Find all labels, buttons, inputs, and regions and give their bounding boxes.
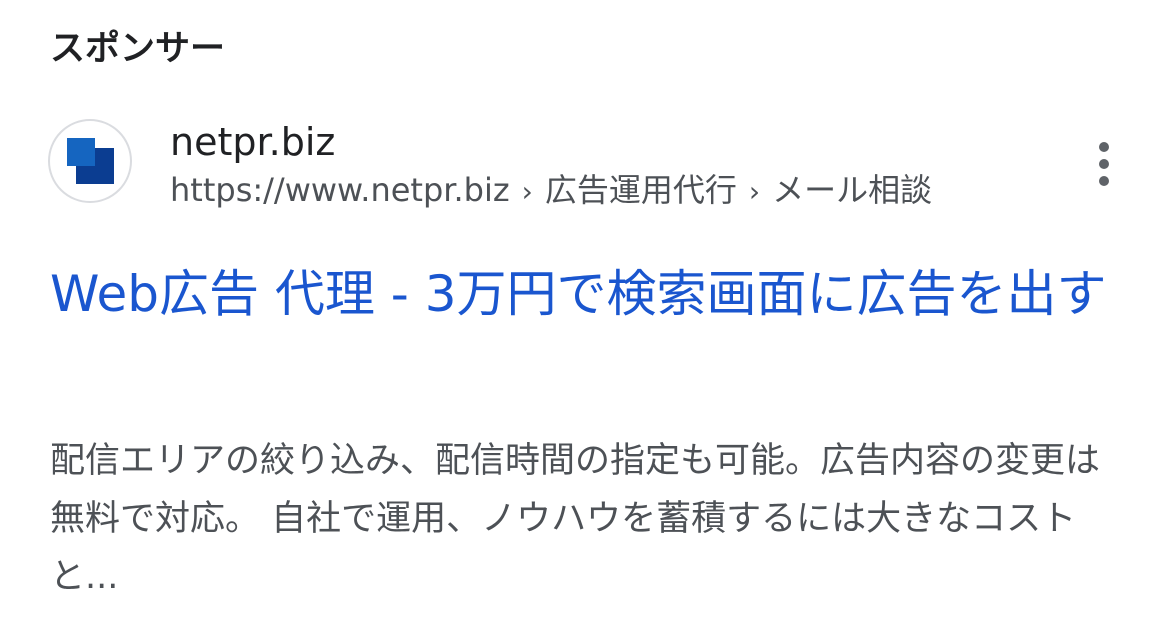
ad-title-link[interactable]: Web広告 代理 - 3万円で検索画面に広告を出す: [50, 252, 1130, 336]
breadcrumb-url: https://www.netpr.biz: [170, 171, 510, 209]
breadcrumb-separator: ›: [748, 175, 761, 208]
site-name[interactable]: netpr.biz: [170, 118, 335, 166]
ad-description: 配信エリアの絞り込み、配信時間の指定も可能。広告内容の変更は無料で対応。 自社で…: [50, 441, 1101, 597]
site-favicon[interactable]: [48, 119, 132, 203]
more-options-button[interactable]: [1084, 136, 1124, 192]
ad-result: netpr.biz https://www.netpr.biz › 広告運用代行 › メ…: [0, 0, 1170, 634]
breadcrumb-separator: ›: [521, 175, 533, 208]
breadcrumb[interactable]: https://www.netpr.biz › 広告運用代行 › メール相談: [170, 168, 932, 214]
breadcrumb-item: メール相談: [772, 171, 933, 209]
breadcrumb-item: 広告運用代行: [544, 171, 737, 209]
blue-square-logo-icon: [67, 138, 114, 184]
